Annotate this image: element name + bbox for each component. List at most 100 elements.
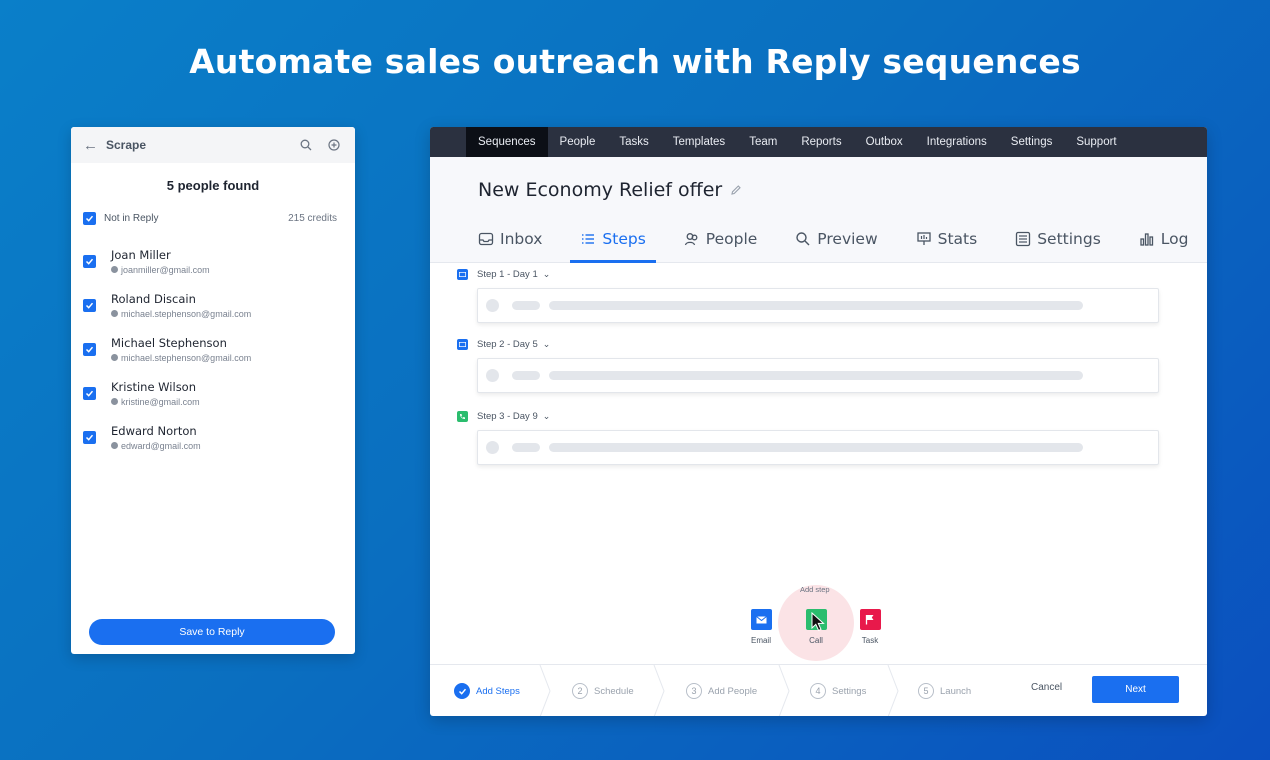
save-to-reply-button[interactable]: Save to Reply <box>89 619 335 645</box>
nav-item-support[interactable]: Support <box>1064 127 1128 157</box>
checkbox-checked-icon[interactable] <box>83 386 96 400</box>
sequence-tabs: Inbox Steps People Preview Stats Setting… <box>468 216 1207 263</box>
wizard-step-schedule[interactable]: 2 Schedule <box>572 665 634 716</box>
search-icon[interactable] <box>297 136 315 154</box>
tab-log[interactable]: Log <box>1129 216 1199 262</box>
list-item[interactable]: Roland Discain michael.stephenson@gmail.… <box>83 283 355 327</box>
list-item[interactable]: Kristine Wilson kristine@gmail.com <box>83 371 355 415</box>
person-name: Roland Discain <box>111 291 196 306</box>
people-list: Joan Miller joanmiller@gmail.com Roland … <box>71 239 355 459</box>
email-icon <box>457 338 468 350</box>
chevron-separator-icon <box>887 665 899 716</box>
step-item: Step 2 - Day 5 ⌄ <box>457 334 1207 393</box>
step-label[interactable]: Step 1 - Day 1 ⌄ <box>457 264 1207 284</box>
person-email: michael.stephenson@gmail.com <box>111 309 251 319</box>
chevron-down-icon[interactable]: ⌄ <box>543 411 551 422</box>
add-task-step-button[interactable]: Task <box>848 609 892 645</box>
credits-count: 215 credits <box>288 213 337 224</box>
list-item[interactable]: Edward Norton edward@gmail.com <box>83 415 355 459</box>
person-name: Joan Miller <box>111 247 171 262</box>
step-card[interactable] <box>477 288 1159 323</box>
chevron-down-icon[interactable]: ⌄ <box>543 339 551 350</box>
wizard-step-add-steps[interactable]: Add Steps <box>454 665 520 716</box>
sequence-title: New Economy Relief offer <box>478 179 742 201</box>
scrape-title: Scrape <box>106 138 147 152</box>
verified-icon <box>111 398 118 405</box>
nav-item-templates[interactable]: Templates <box>661 127 737 157</box>
nav-item-settings[interactable]: Settings <box>999 127 1065 157</box>
placeholder-line <box>512 301 540 310</box>
nav-item-sequences[interactable]: Sequences <box>466 127 548 157</box>
nav-item-tasks[interactable]: Tasks <box>607 127 660 157</box>
list-item[interactable]: Joan Miller joanmiller@gmail.com <box>83 239 355 283</box>
step-item: Step 3 - Day 9 ⌄ <box>457 406 1207 465</box>
step-card[interactable] <box>477 430 1159 465</box>
verified-icon <box>111 354 118 361</box>
bar-chart-icon <box>1139 231 1155 247</box>
mouse-pointer-icon <box>811 611 825 637</box>
step-label[interactable]: Step 2 - Day 5 ⌄ <box>457 334 1207 354</box>
placeholder-line <box>549 371 1083 380</box>
person-name: Michael Stephenson <box>111 335 227 350</box>
person-email: michael.stephenson@gmail.com <box>111 353 251 363</box>
nav-item-people[interactable]: People <box>548 127 608 157</box>
checkbox-checked-icon[interactable] <box>83 254 96 268</box>
chevron-separator-icon <box>539 665 551 716</box>
back-arrow-icon[interactable]: ← <box>83 137 98 154</box>
add-step-label: Add step <box>800 585 830 594</box>
cancel-button[interactable]: Cancel <box>1031 682 1062 693</box>
people-icon <box>684 231 700 247</box>
nav-item-integrations[interactable]: Integrations <box>915 127 999 157</box>
placeholder-avatar <box>486 369 499 382</box>
wizard-step-launch[interactable]: 5 Launch <box>918 665 971 716</box>
wizard-step-add-people[interactable]: 3 Add People <box>686 665 757 716</box>
placeholder-line <box>512 443 540 452</box>
person-email: kristine@gmail.com <box>111 397 200 407</box>
presentation-chart-icon <box>916 231 932 247</box>
tab-settings[interactable]: Settings <box>1005 216 1111 262</box>
checkbox-checked-icon[interactable] <box>83 342 96 356</box>
chevron-down-icon[interactable]: ⌄ <box>543 269 551 280</box>
email-icon <box>750 609 772 630</box>
add-circle-icon[interactable] <box>325 136 343 154</box>
step-label[interactable]: Step 3 - Day 9 ⌄ <box>457 406 1207 426</box>
scrape-panel: ← Scrape 5 people found Not in Reply 215… <box>71 127 355 654</box>
nav-item-reports[interactable]: Reports <box>789 127 853 157</box>
person-email: joanmiller@gmail.com <box>111 265 210 275</box>
nav-item-outbox[interactable]: Outbox <box>854 127 915 157</box>
tab-preview[interactable]: Preview <box>785 216 887 262</box>
step-card[interactable] <box>477 358 1159 393</box>
chevron-separator-icon <box>778 665 790 716</box>
flag-icon <box>859 609 881 630</box>
checkbox-checked-icon[interactable] <box>83 298 96 312</box>
search-icon <box>795 231 811 247</box>
list-icon <box>580 231 596 247</box>
chevron-separator-icon <box>653 665 665 716</box>
placeholder-avatar <box>486 441 499 454</box>
sequence-header: New Economy Relief offer Inbox Steps Peo… <box>430 157 1207 263</box>
check-circle-icon <box>454 683 470 699</box>
inbox-icon <box>478 231 494 247</box>
scrape-header: ← Scrape <box>71 127 355 163</box>
tab-steps[interactable]: Steps <box>570 216 657 263</box>
checkbox-checked-icon[interactable] <box>83 212 96 225</box>
wizard-step-settings[interactable]: 4 Settings <box>810 665 866 716</box>
steps-list: Step 1 - Day 1 ⌄ Step 2 - Day 5 ⌄ Step 3… <box>430 264 1207 465</box>
wizard-footer: Add Steps 2 Schedule 3 Add People 4 Sett… <box>430 664 1207 716</box>
add-email-step-button[interactable]: Email <box>739 609 783 645</box>
verified-icon <box>111 442 118 449</box>
checkbox-checked-icon[interactable] <box>83 430 96 444</box>
next-button[interactable]: Next <box>1092 676 1179 703</box>
person-name: Kristine Wilson <box>111 379 197 394</box>
not-in-reply-filter[interactable]: Not in Reply 215 credits <box>83 212 337 225</box>
placeholder-line <box>549 301 1083 310</box>
edit-pencil-icon[interactable] <box>730 179 742 201</box>
nav-item-team[interactable]: Team <box>737 127 789 157</box>
verified-icon <box>111 266 118 273</box>
tab-inbox[interactable]: Inbox <box>468 216 552 262</box>
step-item: Step 1 - Day 1 ⌄ <box>457 264 1207 323</box>
list-item[interactable]: Michael Stephenson michael.stephenson@gm… <box>83 327 355 371</box>
person-name: Edward Norton <box>111 423 197 438</box>
tab-stats[interactable]: Stats <box>906 216 988 262</box>
tab-people[interactable]: People <box>674 216 768 262</box>
